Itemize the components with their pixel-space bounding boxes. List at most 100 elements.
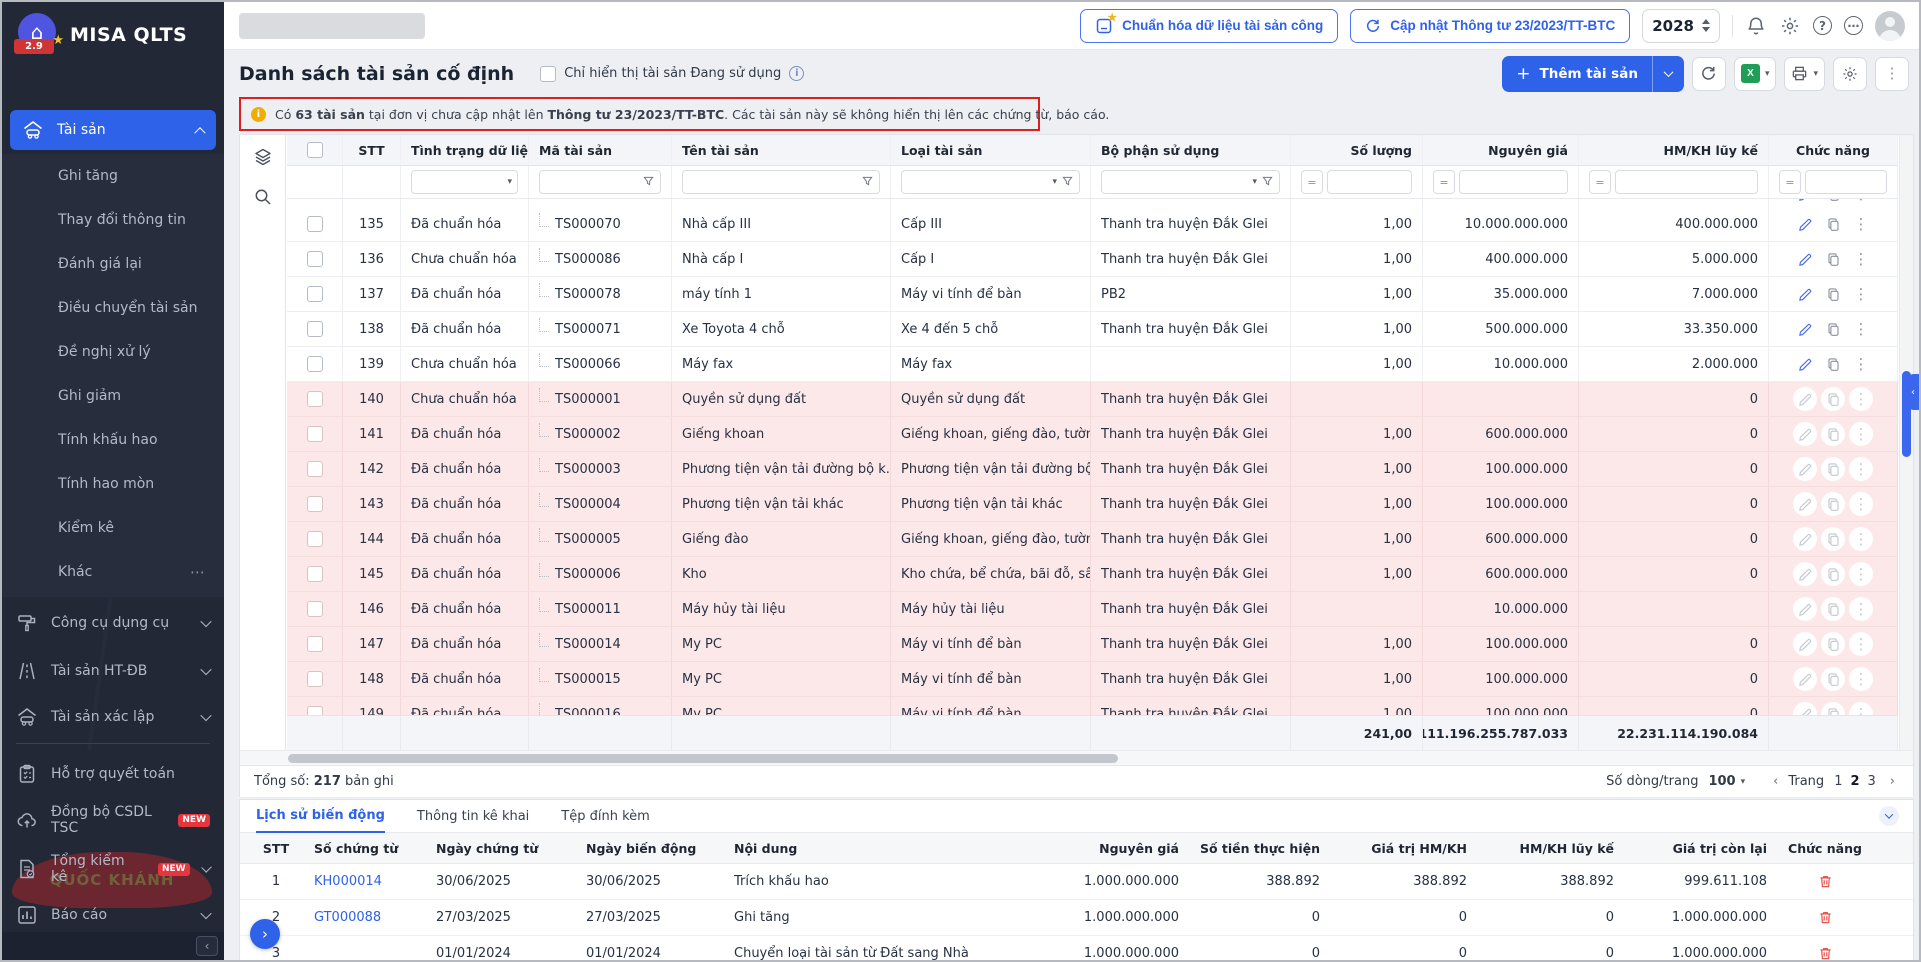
row-checkbox[interactable] bbox=[307, 391, 323, 407]
column-header-stt[interactable]: STT bbox=[343, 135, 401, 165]
duplicate-icon[interactable] bbox=[1821, 562, 1845, 586]
duplicate-icon[interactable] bbox=[1821, 212, 1845, 236]
delete-icon[interactable] bbox=[1818, 910, 1833, 925]
page-number-3[interactable]: 3 bbox=[1864, 774, 1880, 789]
refresh-button[interactable] bbox=[1692, 57, 1726, 91]
table-row[interactable]: 146Đã chuẩn hóaTS000011Máy hủy tài liệuM… bbox=[287, 592, 1898, 627]
checkbox[interactable] bbox=[540, 66, 556, 82]
page-number-2[interactable]: 2 bbox=[1846, 774, 1863, 789]
row-checkbox[interactable] bbox=[307, 601, 323, 617]
edit-icon[interactable] bbox=[1793, 632, 1817, 656]
edit-icon[interactable] bbox=[1793, 317, 1817, 341]
sidebar-item-tong-kiem-ke[interactable]: Tổng kiểm kêNEW bbox=[2, 849, 224, 889]
filter-input[interactable] bbox=[1327, 170, 1412, 194]
row-checkbox[interactable] bbox=[307, 636, 323, 652]
more-actions-button[interactable]: ⋮ bbox=[1875, 57, 1909, 91]
bell-icon[interactable] bbox=[1745, 15, 1767, 37]
row-checkbox[interactable] bbox=[307, 531, 323, 547]
sidebar-item-bao-cao[interactable]: Báo cáo bbox=[2, 895, 224, 935]
column-header-bo-phan-su-dung[interactable]: Bộ phận sử dụng bbox=[1091, 135, 1291, 165]
prev-page-button[interactable]: ‹ bbox=[1769, 774, 1782, 789]
equals-operator[interactable]: = bbox=[1779, 170, 1801, 194]
table-row[interactable]: 136Chưa chuẩn hóaTS000086Nhà cấp ICấp IT… bbox=[287, 242, 1898, 277]
duplicate-icon[interactable] bbox=[1821, 317, 1845, 341]
vertical-scrollbar[interactable] bbox=[1899, 135, 1913, 750]
edit-icon[interactable] bbox=[1793, 492, 1817, 516]
duplicate-icon[interactable] bbox=[1821, 387, 1845, 411]
row-menu-icon[interactable]: ⋮ bbox=[1849, 212, 1873, 236]
filter-funnel-icon[interactable] bbox=[1262, 176, 1274, 188]
edit-icon[interactable] bbox=[1793, 667, 1817, 691]
search-icon[interactable] bbox=[253, 187, 273, 207]
delete-icon[interactable] bbox=[1818, 946, 1833, 961]
sidebar-subitem-ghi-tang[interactable]: Ghi tăng bbox=[2, 154, 224, 198]
column-header-loai-tai-san[interactable]: Loại tài sản bbox=[891, 135, 1091, 165]
column-header-ten-tai-san[interactable]: Tên tài sản bbox=[672, 135, 891, 165]
filter-input[interactable]: ▾ bbox=[901, 170, 1080, 194]
duplicate-icon[interactable] bbox=[1821, 457, 1845, 481]
row-checkbox[interactable] bbox=[307, 356, 323, 372]
sidebar-subitem-tinh-khau-hao[interactable]: Tính khấu hao bbox=[2, 418, 224, 462]
column-header-ma-tai-san[interactable]: Mã tài sản bbox=[529, 135, 672, 165]
edit-icon[interactable] bbox=[1793, 282, 1817, 306]
row-checkbox[interactable] bbox=[307, 461, 323, 477]
print-button[interactable]: ▾ bbox=[1784, 57, 1825, 91]
standardize-data-button[interactable]: ★ Chuẩn hóa dữ liệu tài sản công bbox=[1080, 9, 1338, 43]
row-checkbox[interactable] bbox=[307, 321, 323, 337]
equals-operator[interactable]: = bbox=[1433, 170, 1455, 194]
filter-input[interactable]: ▾ bbox=[1101, 170, 1280, 194]
edit-icon[interactable] bbox=[1793, 212, 1817, 236]
tab-lich-su-bien-ong[interactable]: Lịch sử biến động bbox=[256, 808, 385, 833]
table-row[interactable]: 138Đã chuẩn hóaTS000071Xe Toyota 4 chỗXe… bbox=[287, 312, 1898, 347]
edit-icon[interactable] bbox=[1793, 387, 1817, 411]
sidebar-subitem-ieu-chuyen-tai-san[interactable]: Điều chuyển tài sản bbox=[2, 286, 224, 330]
column-header-hm-kh-luy-ke[interactable]: HM/KH lũy kế bbox=[1579, 135, 1769, 165]
select-all-checkbox[interactable] bbox=[307, 142, 323, 158]
column-header-nguyen-gia[interactable]: Nguyên giá bbox=[1423, 135, 1579, 165]
column-header-tinh-trang-du-lieu[interactable]: Tình trạng dữ liệu bbox=[401, 135, 529, 165]
sidebar-subitem-thay-oi-thong-tin[interactable]: Thay đổi thông tin bbox=[2, 198, 224, 242]
row-menu-icon[interactable]: ⋮ bbox=[1849, 199, 1873, 206]
detail-row[interactable]: 2GT00008827/03/202527/03/2025Ghi tăng1.0… bbox=[240, 900, 1913, 936]
update-circular-button[interactable]: Cập nhật Thông tư 23/2023/TT-BTC bbox=[1350, 9, 1630, 43]
edit-icon[interactable] bbox=[1793, 562, 1817, 586]
rows-per-page-select[interactable]: 100▾ bbox=[1708, 774, 1745, 789]
sidebar-subitem-ghi-giam[interactable]: Ghi giảm bbox=[2, 374, 224, 418]
add-asset-button[interactable]: +Thêm tài sản bbox=[1502, 56, 1684, 92]
in-use-filter[interactable]: Chỉ hiển thị tài sản Đang sử dụng i bbox=[540, 66, 804, 82]
duplicate-icon[interactable] bbox=[1821, 352, 1845, 376]
row-menu-icon[interactable]: ⋮ bbox=[1849, 247, 1873, 271]
duplicate-icon[interactable] bbox=[1821, 667, 1845, 691]
filter-input[interactable] bbox=[1459, 170, 1568, 194]
grid-settings-button[interactable] bbox=[1833, 57, 1867, 91]
detail-row[interactable]: 301/01/202401/01/2024Chuyển loại tài sản… bbox=[240, 936, 1913, 962]
duplicate-icon[interactable] bbox=[1821, 702, 1845, 716]
delete-icon[interactable] bbox=[1818, 874, 1833, 889]
sidebar-subitem-khac[interactable]: Khác⋯ bbox=[2, 550, 224, 594]
user-avatar[interactable] bbox=[1875, 11, 1905, 41]
tab-thong-tin-ke-khai[interactable]: Thông tin kê khai bbox=[417, 809, 529, 832]
filter-funnel-icon[interactable] bbox=[643, 176, 655, 188]
side-panel-tab[interactable]: ‹ bbox=[1907, 374, 1919, 410]
table-row[interactable]: 144Đã chuẩn hóaTS000005Giếng đàoGiếng kh… bbox=[287, 522, 1898, 557]
more-icon[interactable]: ⋯ bbox=[190, 563, 206, 581]
table-row[interactable]: 140Chưa chuẩn hóaTS000001Quyền sử dụng đ… bbox=[287, 382, 1898, 417]
row-menu-icon[interactable]: ⋮ bbox=[1849, 667, 1873, 691]
row-checkbox[interactable] bbox=[307, 216, 323, 232]
help-icon[interactable]: ? bbox=[1813, 16, 1832, 35]
more-options-icon[interactable]: ⋯ bbox=[1844, 16, 1863, 35]
filter-input[interactable] bbox=[1615, 170, 1758, 194]
document-link[interactable]: KH000014 bbox=[314, 874, 382, 889]
row-menu-icon[interactable]: ⋮ bbox=[1849, 562, 1873, 586]
tab-tep-inh-kem[interactable]: Tệp đính kèm bbox=[561, 809, 650, 832]
row-menu-icon[interactable]: ⋮ bbox=[1849, 387, 1873, 411]
filter-input[interactable] bbox=[1805, 170, 1887, 194]
filter-input[interactable]: ▾ bbox=[411, 170, 518, 194]
sidebar-item-ho-tro-quyet-toan[interactable]: Hỗ trợ quyết toán bbox=[2, 754, 224, 794]
table-row[interactable]: 142Đã chuẩn hóaTS000003Phương tiện vận t… bbox=[287, 452, 1898, 487]
equals-operator[interactable]: = bbox=[1589, 170, 1611, 194]
sidebar-subitem-tinh-hao-mon[interactable]: Tính hao mòn bbox=[2, 462, 224, 506]
edit-icon[interactable] bbox=[1793, 597, 1817, 621]
add-asset-dropdown[interactable] bbox=[1652, 56, 1684, 92]
row-checkbox[interactable] bbox=[307, 426, 323, 442]
